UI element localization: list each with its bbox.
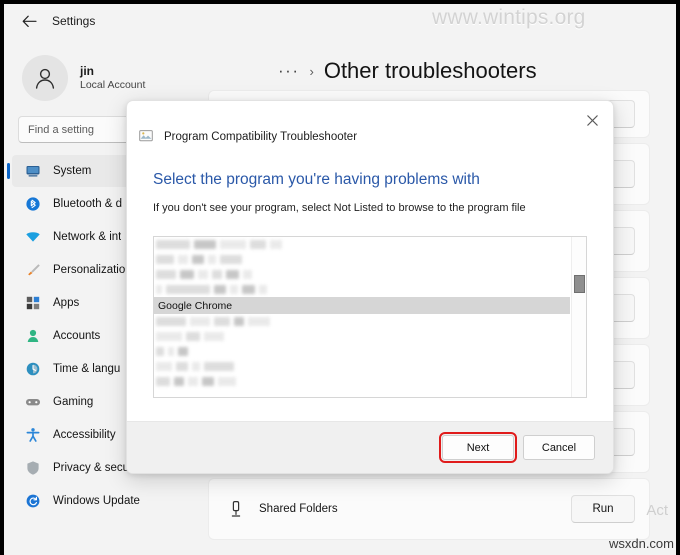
- activate-windows-watermark: Act: [646, 502, 668, 519]
- titlebar: Settings: [4, 4, 676, 38]
- person-icon: [24, 327, 42, 345]
- sidebar-item-windows-update[interactable]: Windows Update: [12, 485, 182, 517]
- gamepad-icon: [24, 393, 42, 411]
- dialog-description: If you don't see your program, select No…: [153, 202, 526, 214]
- screenshot-root: Settings jin Local Account Find a settin…: [0, 0, 680, 555]
- program-compatibility-dialog: Program Compatibility Troubleshooter Sel…: [126, 100, 614, 474]
- list-item[interactable]: [154, 314, 570, 329]
- dialog-body: Select the program you're having problem…: [127, 171, 613, 398]
- update-icon: [24, 492, 42, 510]
- titlebar-label: Settings: [52, 14, 96, 28]
- person-avatar-icon: [22, 55, 68, 101]
- dialog-heading: Select the program you're having problem…: [153, 171, 480, 188]
- shield-icon: [24, 459, 42, 477]
- list-item[interactable]: [154, 329, 570, 344]
- list-item[interactable]: [154, 237, 570, 252]
- card-title: Shared Folders: [259, 502, 338, 515]
- breadcrumb: ··· › Other troubleshooters: [190, 38, 676, 90]
- bluetooth-icon: [24, 195, 42, 213]
- account-text: jin Local Account: [80, 64, 145, 92]
- list-item[interactable]: [154, 282, 570, 297]
- program-list-items: Google Chrome: [154, 237, 570, 397]
- close-icon[interactable]: [577, 107, 607, 133]
- back-arrow-icon[interactable]: [16, 8, 42, 34]
- sidebar-item-label: Time & langu: [53, 363, 121, 375]
- scrollbar-thumb[interactable]: [574, 275, 585, 293]
- chevron-right-icon: ›: [309, 63, 314, 79]
- sidebar-item-label: Accounts: [53, 330, 101, 342]
- accessibility-icon: [24, 426, 42, 444]
- shared-folders-icon: [221, 494, 251, 524]
- account-name: jin: [80, 63, 94, 78]
- next-button[interactable]: Next: [439, 432, 517, 463]
- program-listbox[interactable]: Google Chrome: [153, 236, 587, 398]
- sidebar-item-label: Apps: [53, 297, 80, 309]
- sidebar-item-label: Bluetooth & d: [53, 198, 123, 210]
- troubleshooter-icon: [139, 129, 155, 145]
- paintbrush-icon: [24, 261, 42, 279]
- list-item[interactable]: [154, 252, 570, 267]
- dialog-footer: Next Cancel: [127, 421, 613, 473]
- sidebar-item-label: System: [53, 165, 92, 177]
- table-row[interactable]: Shared Folders Run: [208, 478, 650, 540]
- list-item[interactable]: [154, 359, 570, 374]
- settings-window: Settings jin Local Account Find a settin…: [4, 4, 676, 555]
- list-item-selected[interactable]: Google Chrome: [154, 297, 570, 314]
- page-title: Other troubleshooters: [323, 58, 537, 83]
- list-item[interactable]: [154, 374, 570, 389]
- breadcrumb-overflow-button[interactable]: ···: [278, 61, 299, 81]
- sidebar-item-label: Personalization: [53, 264, 132, 276]
- dialog-header: Program Compatibility Troubleshooter: [127, 101, 613, 145]
- run-button[interactable]: Run: [571, 495, 635, 523]
- list-item[interactable]: [154, 344, 570, 359]
- wifi-icon: [24, 228, 42, 246]
- sidebar-item-label: Windows Update: [53, 495, 140, 507]
- apps-grid-icon: [24, 294, 42, 312]
- dialog-title: Program Compatibility Troubleshooter: [164, 131, 358, 143]
- list-item[interactable]: [154, 267, 570, 282]
- clock-icon: [24, 360, 42, 378]
- monitor-icon: [24, 162, 42, 180]
- sidebar-item-label: Gaming: [53, 396, 94, 408]
- sidebar-item-label: Accessibility: [53, 429, 116, 441]
- sidebar-item-label: Network & int: [53, 231, 122, 243]
- cancel-button[interactable]: Cancel: [523, 435, 595, 460]
- card-text: Shared Folders: [259, 502, 571, 517]
- listbox-scrollbar[interactable]: [571, 237, 586, 397]
- account-type: Local Account: [80, 78, 146, 91]
